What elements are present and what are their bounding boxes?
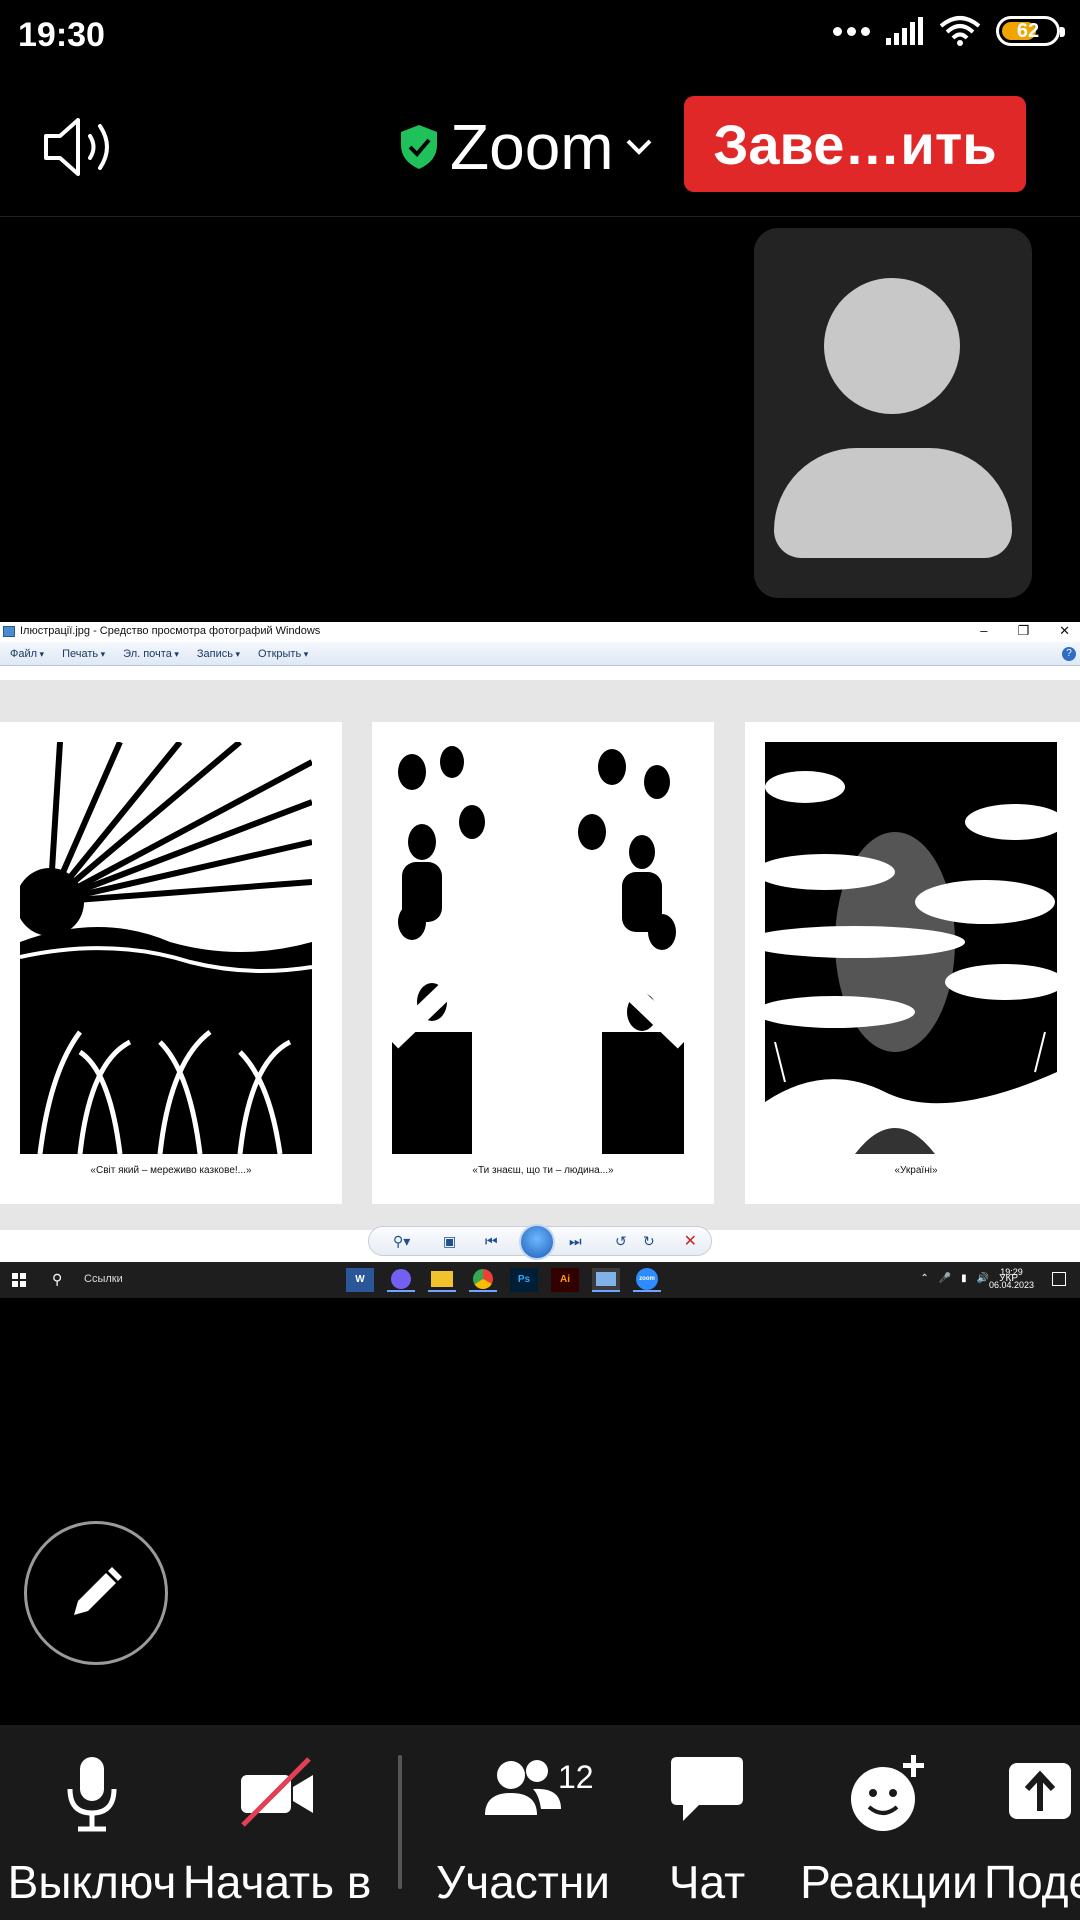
word-app-icon: W (346, 1268, 374, 1292)
taskbar-clock: 19:29 06.04.2023 (989, 1266, 1034, 1292)
close-icon: ✕ (1059, 623, 1070, 638)
illustration-crowd (392, 742, 684, 1154)
fit-window-icon: ▣ (443, 1233, 457, 1249)
chat-icon (671, 1757, 743, 1821)
end-meeting-button[interactable]: Заве…ить (684, 96, 1026, 192)
participants-label: Участни (436, 1856, 610, 1908)
window-title: Ілюстрації.jpg - Средство просмотра фото… (20, 625, 321, 637)
avatar-head (824, 278, 960, 414)
help-icon: ? (1062, 647, 1076, 661)
shared-screen: Ілюстрації.jpg - Средство просмотра фото… (0, 622, 1080, 1298)
share-upload-icon (1009, 1763, 1071, 1819)
zoom-app-icon: zoom (633, 1268, 661, 1292)
menu-file: Файл (10, 648, 44, 660)
reactions-button[interactable]: Реакции (794, 1725, 984, 1920)
self-video-tile[interactable] (754, 228, 1032, 598)
mute-label: Выключ (7, 1856, 177, 1908)
meeting-title: Zoom (450, 111, 614, 183)
rotate-right-icon: ↻ (643, 1233, 655, 1249)
battery-level: 62 (1016, 19, 1040, 42)
minimize-icon: – (980, 623, 988, 638)
microphone-tray-icon: 🎤 (938, 1273, 952, 1284)
illustration-sun-field (20, 742, 312, 1154)
meeting-title-button[interactable]: Zoom (398, 110, 654, 184)
search-icon: ⚲ (52, 1271, 63, 1287)
reactions-label: Реакции (800, 1856, 978, 1908)
participants-button[interactable]: Участни (428, 1725, 618, 1920)
next-icon: ⏭ (569, 1233, 582, 1249)
wifi-icon (939, 16, 981, 46)
menu-burn: Запись (197, 648, 240, 660)
share-button[interactable]: Поде (984, 1725, 1080, 1920)
taskbar-search-text: Ссылки (84, 1273, 123, 1285)
speaker-icon[interactable] (40, 112, 120, 182)
status-bar: 19:30 62 (0, 0, 1080, 72)
menu-print: Печать (62, 648, 105, 660)
menu-email: Эл. почта (123, 648, 179, 660)
window-titlebar: Ілюстрації.jpg - Средство просмотра фото… (0, 622, 1080, 642)
illustration-card-2: «Ти знаєш, що ти – людина...» (372, 722, 714, 1204)
start-video-button[interactable]: Начать в (184, 1725, 370, 1920)
file-explorer-icon (428, 1268, 456, 1292)
signal-icon (886, 17, 923, 45)
zoom-icon: ⚲▾ (393, 1233, 411, 1249)
battery-tray-icon: ▮ (961, 1273, 967, 1284)
avatar-body (774, 448, 1012, 558)
viewer-toolbar: ⚲▾ ▣ ⏮ ⏭ ↺ ↻ ✕ (368, 1224, 712, 1260)
notification-icon (1052, 1272, 1066, 1286)
chat-button[interactable]: Чат (628, 1725, 786, 1920)
taskbar-time: 19:29 (1000, 1267, 1023, 1277)
menu-open: Открыть (258, 648, 308, 660)
chevron-up-icon: ⌃ (920, 1273, 929, 1284)
toolbar-divider (398, 1755, 402, 1889)
status-icons: 62 (833, 14, 1065, 48)
previous-icon: ⏮ (485, 1233, 498, 1249)
illustration-caption-2: «Ти знаєш, що ти – людина...» (472, 1165, 614, 1176)
illustration-clouds-face (765, 742, 1057, 1154)
windows-start-icon (12, 1273, 26, 1287)
pencil-icon (74, 1567, 122, 1615)
start-video-label: Начать в (184, 1856, 370, 1908)
shield-check-icon (401, 125, 437, 169)
delete-icon: ✕ (683, 1233, 697, 1250)
chat-label: Чат (668, 1856, 746, 1908)
windows-taskbar: ⚲ Ссылки W Ps Ai zoom ⌃ 🎤 ▮ 🔊 УКР 19:29 … (0, 1262, 1080, 1298)
illustration-caption-1: «Світ який – мереживо казкове!...» (90, 1165, 252, 1176)
image-viewer-area: «Світ який – мереживо казкове!...» «Ти з… (0, 680, 1080, 1230)
taskbar-apps: W Ps Ai zoom (346, 1268, 661, 1292)
photoshop-app-icon: Ps (510, 1268, 538, 1292)
window-menubar: Файл Печать Эл. почта Запись Открыть (0, 642, 1080, 666)
meeting-toolbar: Выключ Начать в Участни 12 Чат Реакции П… (0, 1725, 1080, 1920)
illustration-card-3: «Україні» (745, 722, 1080, 1204)
share-label: Поде (984, 1856, 1080, 1908)
rotate-left-icon: ↺ (615, 1233, 627, 1249)
microphone-icon (67, 1757, 117, 1832)
reaction-smiley-icon (851, 1755, 924, 1831)
restore-icon: ❐ (1017, 623, 1030, 638)
illustrator-app-icon: Ai (551, 1268, 579, 1292)
viber-app-icon (387, 1268, 415, 1292)
battery-icon: 62 (996, 16, 1065, 46)
status-time: 19:30 (18, 16, 105, 54)
annotate-button[interactable] (24, 1521, 168, 1665)
chrome-app-icon (469, 1268, 497, 1292)
slideshow-icon (519, 1224, 555, 1260)
photo-viewer-app-icon (592, 1268, 620, 1292)
more-dots-icon (833, 26, 870, 36)
meeting-header: Zoom Заве…ить (0, 72, 1080, 217)
participants-count: 12 (558, 1759, 594, 1795)
participants-icon (485, 1760, 561, 1815)
volume-tray-icon: 🔊 (976, 1273, 990, 1284)
photo-viewer-icon (3, 626, 15, 637)
window-controls: – ❐ ✕ (980, 623, 1070, 639)
video-off-icon (241, 1757, 313, 1827)
chevron-down-icon (626, 139, 652, 155)
taskbar-date: 06.04.2023 (988, 1280, 1034, 1290)
illustration-caption-3: «Україні» (894, 1165, 938, 1176)
mute-button[interactable]: Выключ (0, 1725, 184, 1920)
illustration-card-1: «Світ який – мереживо казкове!...» (0, 722, 342, 1204)
